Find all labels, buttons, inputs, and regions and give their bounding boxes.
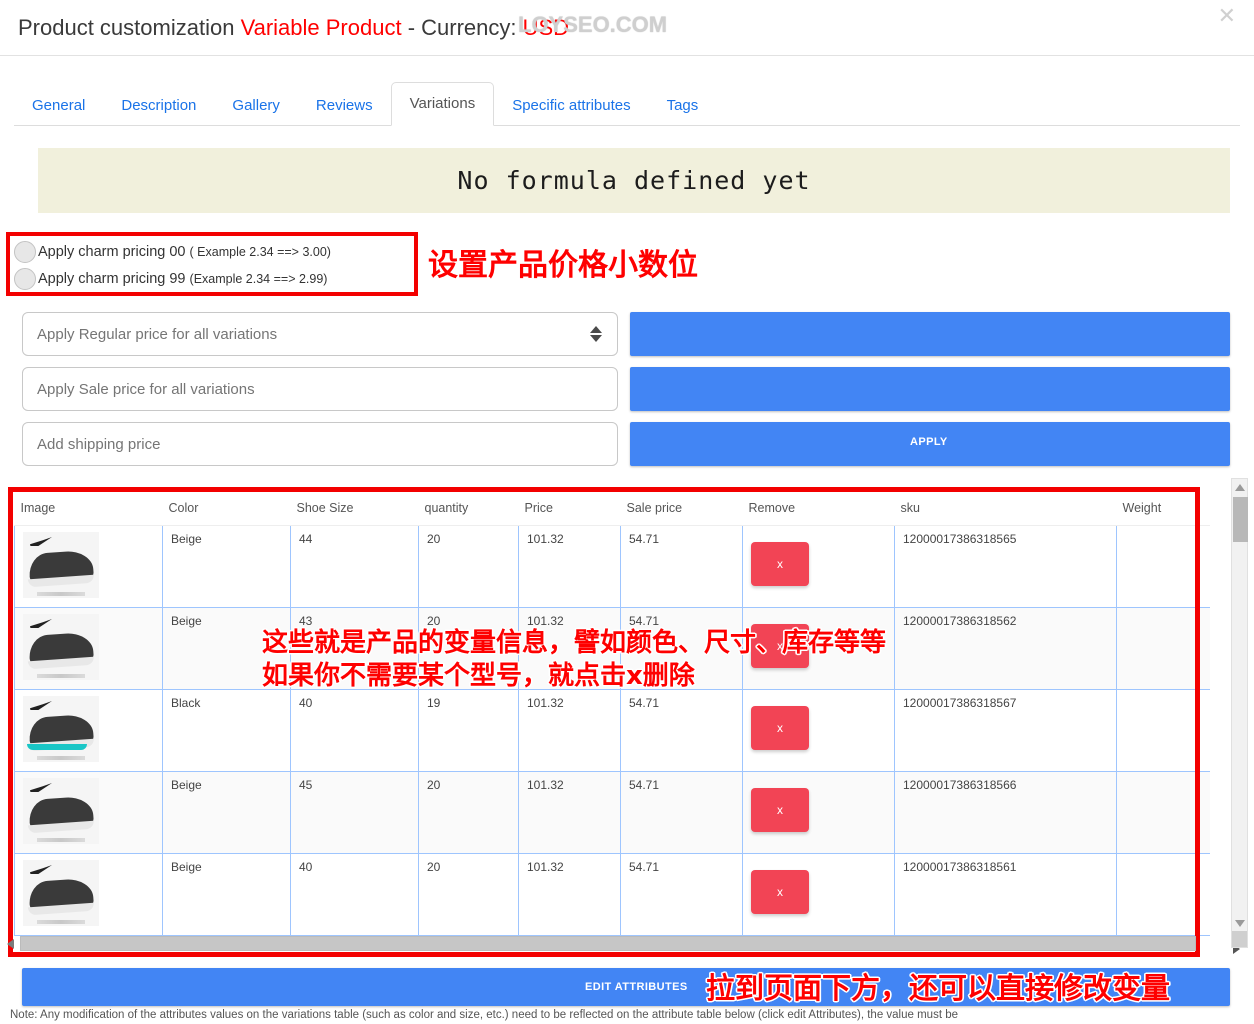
charm-00-main-text: Apply charm pricing 00 [38,243,186,260]
table-horizontal-scrollbar[interactable] [7,936,1196,951]
tab-specific-attributes[interactable]: Specific attributes [494,87,648,126]
tab-general[interactable]: General [14,87,103,126]
radio-charm-99[interactable] [14,267,36,290]
tab-tags[interactable]: Tags [649,87,717,126]
charm-00-label: Apply charm pricing 00 ( Example 2.34 ==… [38,244,331,260]
charm-00-example-text: ( Example 2.34 ==> 3.00) [189,244,331,259]
regular-price-apply-bar[interactable] [630,312,1230,356]
sale-price-apply-bar[interactable] [630,367,1230,411]
annotation-set-decimals: 设置产品价格小数位 [428,248,699,284]
charm-pricing-00-row[interactable]: Apply charm pricing 00 ( Example 2.34 ==… [14,238,410,265]
bulk-price-controls: 给产品添加正常价格 给产品添加促销价格 APPLY 给产品添加运费 [0,312,1254,892]
stepper-down-icon[interactable] [590,335,602,342]
tab-variations[interactable]: Variations [390,82,495,126]
title-middle: - Currency: [407,15,517,40]
tab-gallery[interactable]: Gallery [214,87,298,126]
charm-99-example-text: (Example 2.34 ==> 2.99) [189,271,328,286]
title-product-name: Variable Product [240,15,402,40]
modal-header: Product customization Variable Product -… [0,0,1254,56]
radio-charm-00[interactable] [14,240,36,263]
scrollbar-corner [1232,931,1247,947]
sale-price-input[interactable] [22,367,618,411]
edit-attributes-label: EDIT ATTRIBUTES [585,981,688,993]
shipping-price-input[interactable] [22,422,618,466]
charm-99-label: Apply charm pricing 99 (Example 2.34 ==>… [38,271,327,287]
scroll-left-icon[interactable] [7,939,14,949]
sale-price-row: 给产品添加促销价格 [0,367,1254,782]
charm-pricing-group: Apply charm pricing 00 ( Example 2.34 ==… [6,232,418,296]
variations-table-highlight [8,487,1200,957]
stepper-up-icon[interactable] [590,326,602,333]
close-icon[interactable]: ✕ [1218,5,1236,27]
tab-description[interactable]: Description [103,87,214,126]
tab-bar: General Description Gallery Reviews Vari… [14,72,1240,126]
attributes-note: Note: Any modification of the attributes… [10,1009,958,1021]
tab-reviews[interactable]: Reviews [298,87,391,126]
regular-price-row: 给产品添加正常价格 [0,312,1254,672]
regular-price-input[interactable] [22,312,618,356]
charm-pricing-99-row[interactable]: Apply charm pricing 99 (Example 2.34 ==>… [14,265,410,292]
scroll-up-icon[interactable] [1232,479,1247,495]
regular-price-stepper[interactable] [586,320,606,348]
title-prefix: Product customization [18,15,235,40]
page-vertical-scrollbar[interactable] [1231,478,1248,948]
edit-attributes-button[interactable]: EDIT ATTRIBUTES [22,968,1230,1006]
apply-button-label[interactable]: APPLY [910,436,948,448]
scroll-down-icon[interactable] [1232,915,1247,931]
shipping-price-apply-bar[interactable]: APPLY [630,422,1230,466]
page-title: Product customization Variable Product -… [18,14,1236,42]
charm-99-main-text: Apply charm pricing 99 [38,270,186,287]
shipping-price-row: APPLY 给产品添加运费 [0,422,1254,892]
formula-banner: No formula defined yet [38,148,1230,213]
scrollbar-thumb[interactable] [1233,497,1248,542]
title-currency: USD [522,15,570,40]
